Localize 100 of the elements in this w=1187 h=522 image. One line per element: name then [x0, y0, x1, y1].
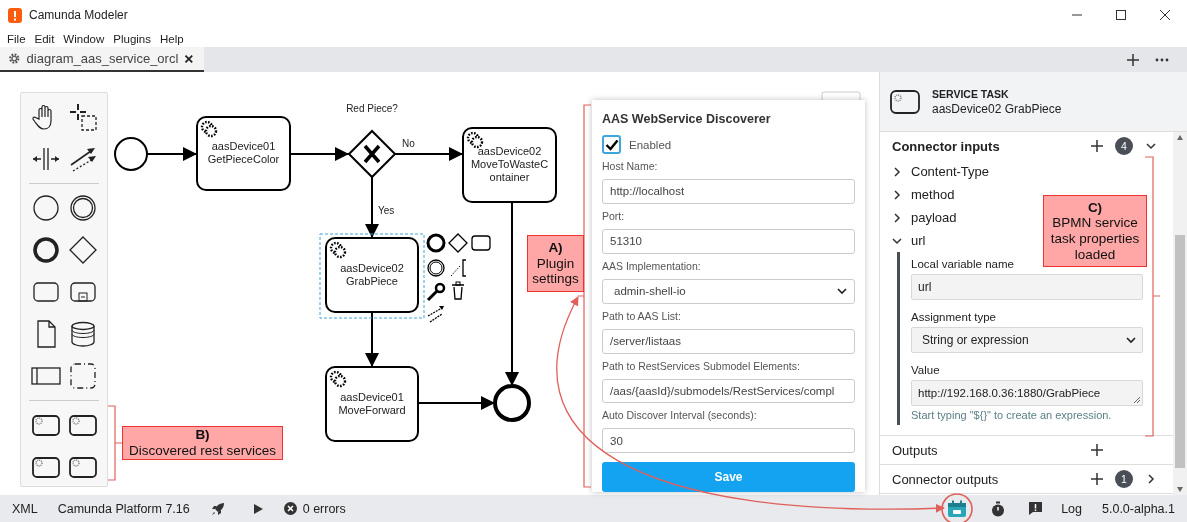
add-icon[interactable] [1127, 53, 1139, 66]
play-icon[interactable] [251, 502, 264, 515]
timer-icon[interactable] [991, 500, 1006, 517]
caret-icon [837, 287, 847, 295]
chevron-right-icon[interactable] [892, 212, 902, 223]
field-label: Auto Discover Interval (seconds): [602, 409, 758, 422]
service-task[interactable]: aasDevice01 GetPieceColor [196, 116, 291, 191]
status-item[interactable]: 5.0.0-alpha.1 [1102, 501, 1175, 516]
chevron-right-icon[interactable] [1145, 473, 1157, 485]
field-label: Host Name: [602, 160, 659, 172]
feedback-icon[interactable] [1028, 501, 1044, 516]
maximize-icon[interactable] [1115, 9, 1127, 21]
sequence-flow [365, 311, 379, 368]
menu-item[interactable]: File [7, 32, 26, 45]
end-event [493, 384, 531, 422]
menu-item[interactable]: Edit [34, 32, 55, 45]
input-field[interactable]: /server/listaas [602, 328, 855, 354]
wrench-icon[interactable] [426, 282, 446, 302]
rocket-icon[interactable] [209, 500, 226, 517]
input-field[interactable]: 51310 [602, 228, 855, 254]
note-title: B) [195, 427, 210, 443]
scrollbar[interactable] [1173, 132, 1187, 495]
delete-icon[interactable] [451, 281, 465, 300]
input-field[interactable]: /aas/{aasId}/submodels/RestServices/compl [602, 378, 855, 404]
note-title: A) [548, 240, 563, 256]
menu-item[interactable]: Plugins [113, 32, 151, 45]
note-text: Discovered rest services [128, 443, 276, 459]
note-title: C) [1087, 199, 1103, 216]
menu-item[interactable]: Window [63, 32, 105, 45]
service-task[interactable]: aasDevice01 MoveForward [325, 366, 419, 442]
intermediate-event-icon[interactable] [427, 259, 445, 277]
exclusive-gateway [347, 129, 397, 179]
close-icon[interactable] [184, 53, 194, 64]
count-badge: 1 [1115, 470, 1133, 488]
more-icon[interactable] [1155, 57, 1169, 62]
error-icon [283, 502, 297, 515]
add-icon[interactable] [1091, 444, 1103, 456]
text-area[interactable]: http://192.168.0.36:1880/GrabPiece [911, 380, 1143, 406]
service-task[interactable]: aasDevice02 GrabPiece [325, 237, 419, 313]
add-icon[interactable] [1091, 140, 1103, 152]
field-label: Value [911, 364, 941, 376]
status-item[interactable]: Camunda Platform 7.16 [57, 501, 190, 516]
start-event [114, 137, 148, 171]
scroll-up-icon[interactable] [1177, 135, 1183, 140]
chevron-down-icon[interactable] [892, 235, 902, 246]
gateway-icon[interactable] [448, 233, 468, 253]
sequence-flow [365, 176, 379, 239]
list-item[interactable]: Content-Type [911, 164, 990, 179]
list-item[interactable]: url [911, 233, 926, 248]
service-task[interactable]: aasDevice02 MoveToWasteC ontainer [462, 127, 557, 203]
select-field[interactable]: admin-shell-io [602, 278, 855, 304]
field-label: Assignment type [911, 311, 997, 323]
plugin-icon[interactable] [947, 499, 968, 518]
close-icon[interactable] [1159, 9, 1171, 21]
panel-title: AAS WebService Discoverer [602, 112, 772, 126]
sequence-flow [289, 147, 350, 161]
element-name: aasDevice02 GrabPiece [932, 101, 1062, 116]
group-header[interactable]: Connector outputs [892, 471, 999, 487]
checkbox[interactable] [602, 135, 621, 154]
file-tab[interactable]: diagram_aas_service_orcl [0, 47, 204, 72]
app-logo-icon [8, 7, 22, 23]
status-item[interactable]: Log [1061, 501, 1082, 516]
note-text: Plugin settings [531, 255, 580, 287]
error-count[interactable]: 0 errors [302, 501, 346, 516]
sequence-flow [394, 147, 464, 161]
element-type: SERVICE TASK [932, 87, 1010, 100]
sequence-flow [146, 147, 198, 161]
scroll-down-icon[interactable] [1177, 487, 1183, 492]
input-field[interactable]: http://localhost [602, 179, 855, 204]
service-task-icon [890, 89, 920, 114]
field-label: Local variable name [911, 258, 1015, 270]
input-field[interactable]: 30 [602, 428, 855, 454]
annotation-icon[interactable] [450, 259, 467, 277]
end-event-icon[interactable] [426, 233, 446, 253]
menu-item[interactable]: Help [160, 32, 184, 45]
field-label: Path to RestServices Submodel Elements: [602, 359, 801, 372]
status-item[interactable]: XML [12, 501, 38, 516]
group-header[interactable]: Outputs [892, 442, 938, 458]
chevron-right-icon[interactable] [892, 166, 902, 177]
add-icon[interactable] [1091, 473, 1103, 485]
connect-icon[interactable] [427, 306, 444, 323]
scrollbar-thumb[interactable] [1175, 235, 1185, 468]
task-icon[interactable] [471, 235, 491, 251]
resize-grip-icon[interactable] [1133, 396, 1140, 403]
list-item[interactable]: payload [911, 210, 957, 225]
gateway-label: Red Piece? [346, 103, 398, 114]
list-item[interactable]: method [911, 187, 955, 202]
chevron-right-icon[interactable] [892, 189, 902, 200]
chevron-down-icon[interactable] [1145, 140, 1157, 152]
input-field[interactable]: url [911, 274, 1143, 300]
flow-label: Yes [378, 205, 395, 216]
count-badge: 4 [1115, 137, 1133, 155]
field-label: Path to AAS List: [602, 309, 682, 322]
gear-icon [8, 52, 21, 65]
select-field[interactable]: String or expression [911, 327, 1143, 353]
field-label: AAS Implementation: [602, 259, 702, 272]
flow-label: No [402, 138, 415, 149]
field-hint: Start typing "${}" to create an expression. [911, 409, 1113, 421]
note-text: BPMN service task properties loaded [1049, 215, 1141, 263]
group-header[interactable]: Connector inputs [892, 138, 1000, 154]
